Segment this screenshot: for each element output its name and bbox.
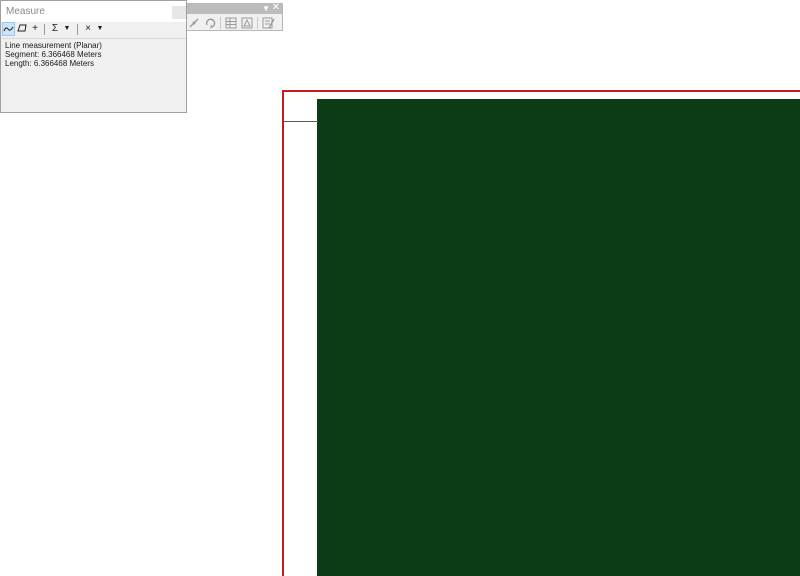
toolbar-options-dropdown[interactable]: ▼ [262, 3, 270, 15]
measure-window-titlebar[interactable]: Measure [1, 1, 186, 22]
toolbar-close-button[interactable]: ✕ [272, 2, 280, 14]
measurement-line [284, 121, 318, 122]
measure-area-icon [17, 24, 27, 32]
editor-toolbar-tools [173, 16, 280, 31]
measure-toolbar: + Σ ▼ × ▼ [2, 22, 186, 37]
measure-window: Measure + Σ ▼ × ▼ Line measurement (Plan… [0, 0, 187, 113]
measure-window-control-button[interactable] [172, 6, 186, 19]
total-length-text: Length: 6.366468 Meters [5, 59, 94, 68]
create-features-icon[interactable] [261, 16, 275, 30]
measure-area-button[interactable] [16, 22, 28, 36]
toolbar-separator [257, 17, 258, 29]
segment-length-text: Segment: 6.366468 Meters [5, 50, 102, 59]
toolbar-separator [220, 17, 221, 29]
sketch-properties-icon[interactable] [240, 16, 254, 30]
measure-line-icon [3, 26, 14, 32]
measure-results-panel: Line measurement (Planar) Segment: 6.366… [2, 38, 186, 112]
toolbar-separator [77, 24, 78, 35]
toolbar-separator [44, 24, 45, 35]
measurement-type-dropdown[interactable]: ▼ [95, 22, 105, 36]
rotate-tool-icon[interactable] [203, 16, 217, 30]
measure-window-title: Measure [6, 6, 45, 17]
polygon-feature[interactable] [317, 99, 800, 576]
clear-results-button[interactable]: × [82, 22, 94, 36]
show-total-button[interactable]: Σ [49, 22, 61, 36]
measure-line-button[interactable] [2, 22, 15, 36]
map-canvas[interactable]: ▼ ✕ Measure + Σ ▼ × ▼ Line measurement (… [0, 0, 800, 576]
measurement-mode-text: Line measurement (Planar) [5, 41, 102, 50]
measure-feature-button[interactable]: + [29, 22, 41, 36]
split-tool-icon[interactable] [187, 16, 201, 30]
attributes-table-icon[interactable] [224, 16, 238, 30]
editor-toolbar-titlebar[interactable]: ▼ ✕ [171, 2, 282, 15]
choose-units-dropdown[interactable]: ▼ [62, 22, 72, 36]
